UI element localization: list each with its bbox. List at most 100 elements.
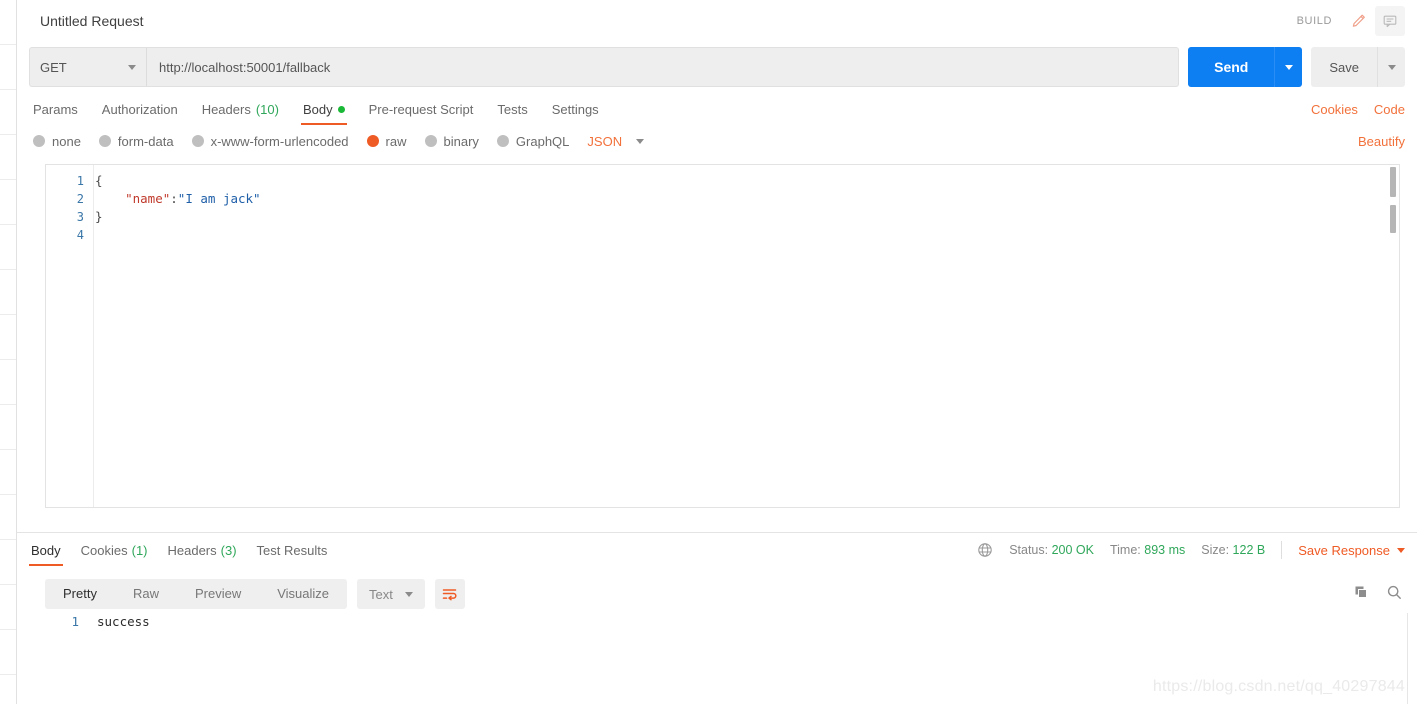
send-button[interactable]: Send: [1188, 47, 1275, 87]
comments-button[interactable]: [1375, 6, 1405, 36]
sidebar-row[interactable]: [0, 540, 16, 585]
sidebar-row[interactable]: [0, 270, 16, 315]
response-meta: Status: 200 OK Time: 893 ms Size: 122 B …: [977, 541, 1405, 565]
copy-button[interactable]: [1353, 584, 1370, 604]
method-select[interactable]: GET: [29, 47, 147, 87]
scrollbar-thumb[interactable]: [1390, 205, 1396, 233]
request-tabs-links: Cookies Code: [1311, 102, 1405, 124]
sidebar-row[interactable]: [0, 585, 16, 630]
tab-body[interactable]: Body: [291, 102, 357, 125]
tab-label: Authorization: [101, 102, 178, 117]
request-body-editor[interactable]: 1 2 3 4 { "name":"I am jack"}: [45, 164, 1400, 508]
code-line: {: [95, 172, 1385, 190]
sidebar-row[interactable]: [0, 45, 16, 90]
tab-label: Headers: [167, 543, 217, 558]
response-format-toolbar: Pretty Raw Preview Visualize Text: [17, 575, 1417, 613]
line-number: 1: [76, 174, 84, 188]
radio-label: x-www-form-urlencoded: [210, 133, 349, 149]
scrollbar-thumb[interactable]: [1390, 167, 1396, 197]
search-response-button[interactable]: [1386, 584, 1403, 604]
editor-content[interactable]: { "name":"I am jack"}: [95, 165, 1385, 507]
edit-request-button[interactable]: [1344, 6, 1374, 36]
tab-label: Body: [302, 102, 333, 117]
response-tab-headers[interactable]: Headers (3): [158, 543, 247, 565]
tab-count: (3): [220, 543, 237, 558]
view-raw[interactable]: Raw: [115, 579, 177, 609]
sidebar-row[interactable]: [0, 630, 16, 675]
collapsed-sidebar[interactable]: [0, 0, 17, 704]
request-url-row: GET http://localhost:50001/fallback Send…: [17, 42, 1417, 92]
sidebar-row[interactable]: [0, 90, 16, 135]
sidebar-row[interactable]: [0, 225, 16, 270]
build-label: BUILD: [1296, 15, 1332, 27]
code-line: }: [95, 208, 1385, 226]
save-options-button[interactable]: [1377, 47, 1405, 87]
sidebar-row[interactable]: [0, 675, 16, 704]
radio-label: form-data: [117, 133, 174, 149]
response-tabs: Body Cookies (1) Headers (3) Test Result…: [17, 533, 1417, 566]
tab-authorization[interactable]: Authorization: [90, 102, 190, 124]
send-group: Send: [1188, 47, 1303, 87]
save-response-button[interactable]: Save Response: [1298, 543, 1405, 558]
beautify-link[interactable]: Beautify: [1358, 134, 1405, 149]
tab-headers[interactable]: Headers (10): [190, 102, 291, 124]
response-text: success: [97, 614, 150, 629]
sidebar-row[interactable]: [0, 0, 16, 45]
body-type-none[interactable]: none: [33, 134, 81, 149]
save-button[interactable]: Save: [1311, 47, 1377, 87]
search-icon: [1387, 585, 1401, 599]
view-visualize[interactable]: Visualize: [259, 579, 347, 609]
url-value: http://localhost:50001/fallback: [159, 59, 331, 75]
tab-label: Tests: [497, 102, 528, 117]
sidebar-row[interactable]: [0, 180, 16, 225]
chevron-down-icon: [1397, 547, 1405, 553]
body-type-form-data[interactable]: form-data: [98, 133, 174, 149]
divider: [1281, 541, 1283, 559]
response-language-value: Text: [369, 586, 393, 602]
sidebar-row[interactable]: [0, 135, 16, 180]
tab-count: (10): [255, 102, 279, 117]
status-group: Status: 200 OK: [1009, 543, 1094, 557]
send-options-button[interactable]: [1274, 47, 1303, 87]
raw-format-select[interactable]: JSON: [587, 134, 645, 149]
response-language-select[interactable]: Text: [357, 579, 425, 609]
time-value: 893 ms: [1144, 543, 1186, 557]
view-preview[interactable]: Preview: [177, 579, 259, 609]
sidebar-row[interactable]: [0, 495, 16, 540]
time-label: Time:: [1109, 543, 1141, 557]
response-tab-body[interactable]: Body: [21, 543, 71, 566]
url-input[interactable]: http://localhost:50001/fallback: [147, 47, 1180, 87]
body-type-raw[interactable]: raw: [366, 133, 407, 149]
body-type-binary[interactable]: binary: [424, 134, 479, 149]
code-link[interactable]: Code: [1374, 102, 1405, 117]
body-type-graphql[interactable]: GraphQL: [496, 134, 569, 149]
tab-tests[interactable]: Tests: [485, 102, 539, 124]
chevron-down-icon: [636, 138, 645, 144]
radio-label: raw: [385, 133, 407, 149]
size-value: 122 B: [1232, 543, 1266, 557]
body-type-urlencoded[interactable]: x-www-form-urlencoded: [191, 133, 349, 149]
editor-scrollbar[interactable]: [1389, 165, 1397, 507]
view-pretty[interactable]: Pretty: [45, 579, 115, 609]
response-scrollbar[interactable]: [1407, 613, 1408, 704]
tab-settings[interactable]: Settings: [540, 102, 611, 124]
tab-label: Params: [33, 102, 78, 117]
tab-params[interactable]: Params: [29, 102, 90, 124]
line-number: 1: [71, 614, 79, 629]
response-tab-cookies[interactable]: Cookies (1): [71, 543, 158, 565]
sidebar-row[interactable]: [0, 315, 16, 360]
sidebar-row[interactable]: [0, 405, 16, 450]
radio-icon: [496, 135, 509, 147]
code-token: {: [95, 173, 103, 188]
request-tabs: Params Authorization Headers (10) Body P…: [17, 92, 1417, 125]
response-tab-test-results[interactable]: Test Results: [247, 543, 338, 565]
pencil-icon: [1352, 14, 1365, 27]
radio-selected-icon: [366, 135, 379, 147]
wrap-lines-button[interactable]: [434, 579, 465, 609]
tab-pre-request-script[interactable]: Pre-request Script: [357, 102, 486, 124]
sidebar-row[interactable]: [0, 360, 16, 405]
cookies-link[interactable]: Cookies: [1311, 102, 1358, 117]
save-response-label: Save Response: [1298, 542, 1390, 558]
sidebar-row[interactable]: [0, 450, 16, 495]
tab-label: Headers: [201, 102, 251, 117]
